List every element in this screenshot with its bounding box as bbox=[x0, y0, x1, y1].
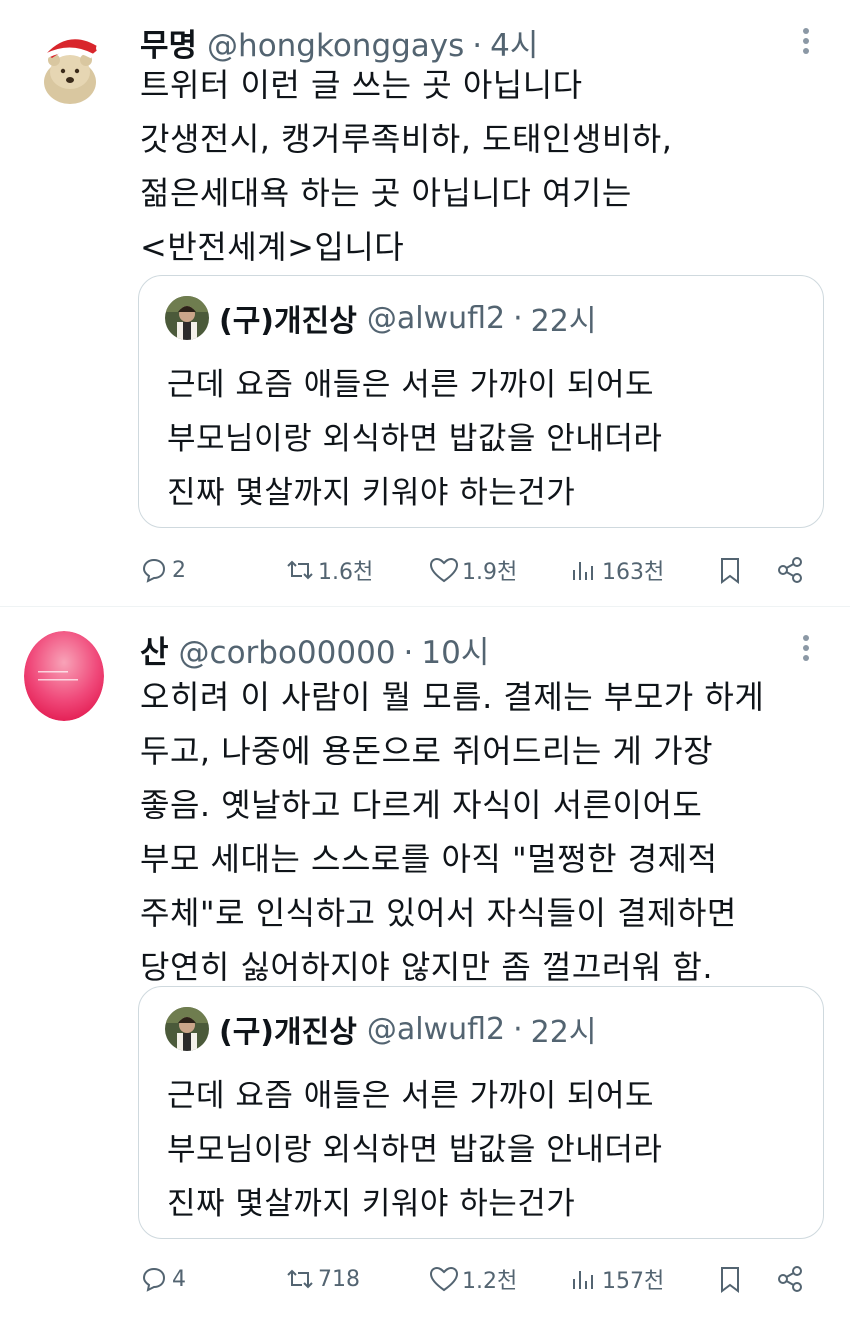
timestamp[interactable]: 10시 bbox=[421, 627, 489, 672]
more-options-icon[interactable] bbox=[796, 633, 816, 663]
tweet[interactable]: 무명 @hongkonggays · 4시 트위터 이런 글 쓰는 곳 아닙니다… bbox=[0, 0, 850, 605]
quoted-tweet[interactable]: (구)개진상 @alwufl2 · 22시 근데 요즘 애들은 서른 가까이 되… bbox=[138, 275, 824, 528]
separator-dot: · bbox=[403, 635, 414, 671]
quoted-author-name: (구)개진상 bbox=[219, 304, 357, 339]
retweet-icon bbox=[287, 560, 313, 580]
tweet-actions: 4 718 1.2천 157천 bbox=[138, 1259, 818, 1299]
quoted-tweet-text: 근데 요즘 애들은 서른 가까이 되어도 부모님이랑 외식하면 밥값을 안내더라… bbox=[167, 1069, 662, 1231]
views-button[interactable]: 163천 bbox=[568, 550, 664, 590]
quoted-text-line: 진짜 몇살까지 키워야 하는건가 bbox=[167, 1186, 576, 1222]
pink-gradient-avatar-icon bbox=[24, 631, 104, 721]
bookmark-button[interactable] bbox=[714, 1259, 746, 1299]
quoted-timestamp: 22시 bbox=[530, 1015, 597, 1050]
reply-count: 2 bbox=[172, 557, 186, 583]
like-button[interactable]: 1.9천 bbox=[428, 550, 517, 590]
tweet[interactable]: 산 @corbo00000 · 10시 오히려 이 사람이 뭘 모름. 결제는 … bbox=[0, 607, 850, 1326]
quoted-avatar bbox=[165, 296, 209, 340]
tweet-text-line: 주체"로 인식하고 있어서 자식들이 결제하면 bbox=[140, 894, 737, 932]
quoted-tweet-text: 근데 요즘 애들은 서른 가까이 되어도 부모님이랑 외식하면 밥값을 안내더라… bbox=[167, 358, 662, 520]
person-photo-icon bbox=[165, 1007, 209, 1051]
reply-icon bbox=[142, 1267, 166, 1292]
tweet-text: 오히려 이 사람이 뭘 모름. 결제는 부모가 하게 두고, 나중에 용돈으로 … bbox=[140, 670, 830, 994]
view-count: 163천 bbox=[602, 560, 665, 585]
tweet-text-line: 좋음. 옛날하고 다르게 자식이 서른이어도 bbox=[140, 786, 703, 824]
reply-icon bbox=[142, 558, 166, 583]
views-chart-icon bbox=[573, 562, 593, 580]
view-count: 157천 bbox=[602, 1269, 665, 1294]
quoted-avatar bbox=[165, 1007, 209, 1051]
quoted-text-line: 근데 요즘 애들은 서른 가까이 되어도 bbox=[167, 1078, 655, 1114]
retweet-icon bbox=[287, 1269, 313, 1289]
avatar[interactable] bbox=[24, 631, 104, 721]
share-icon bbox=[778, 557, 802, 583]
tweet-text-line: 두고, 나중에 용돈으로 쥐어드리는 게 가장 bbox=[140, 732, 714, 770]
reply-button[interactable]: 2 bbox=[138, 550, 186, 590]
tweet-text: 트위터 이런 글 쓰는 곳 아닙니다 갓생전시, 캥거루족비하, 도태인생비하,… bbox=[140, 58, 830, 274]
tweet-text-line: <반전세계>입니다 bbox=[140, 228, 405, 266]
views-button[interactable]: 157천 bbox=[568, 1259, 664, 1299]
tweet-text-line: 젊은세대욕 하는 곳 아닙니다 여기는 bbox=[140, 174, 632, 212]
tweet-actions: 2 1.6천 1.9천 163천 bbox=[138, 550, 818, 590]
separator-dot: · bbox=[513, 1011, 523, 1047]
like-count: 1.9천 bbox=[462, 560, 518, 585]
quoted-tweet-header: (구)개진상 @alwufl2 · 22시 bbox=[165, 1007, 596, 1051]
tweet-text-line: 오히려 이 사람이 뭘 모름. 결제는 부모가 하게 bbox=[140, 678, 765, 716]
tweet-text-line: 갓생전시, 캥거루족비하, 도태인생비하, bbox=[140, 120, 673, 158]
heart-icon bbox=[429, 557, 459, 583]
retweet-count: 1.6천 bbox=[318, 560, 374, 585]
reply-count: 4 bbox=[172, 1266, 186, 1292]
bookmark-icon bbox=[721, 558, 739, 584]
tweet-text-line: 트위터 이런 글 쓰는 곳 아닙니다 bbox=[140, 66, 583, 104]
author-handle[interactable]: @corbo00000 bbox=[179, 635, 396, 671]
retweet-button[interactable]: 1.6천 bbox=[284, 550, 373, 590]
separator-dot: · bbox=[513, 300, 523, 336]
share-icon bbox=[778, 1266, 802, 1292]
quoted-text-line: 부모님이랑 외식하면 밥값을 안내더라 bbox=[167, 421, 663, 457]
quoted-author-name: (구)개진상 bbox=[219, 1015, 357, 1050]
bookmark-button[interactable] bbox=[714, 550, 746, 590]
heart-icon bbox=[429, 1266, 459, 1292]
quoted-text-line: 진짜 몇살까지 키워야 하는건가 bbox=[167, 475, 576, 511]
like-button[interactable]: 1.2천 bbox=[428, 1259, 517, 1299]
like-count: 1.2천 bbox=[462, 1269, 518, 1294]
retweet-button[interactable]: 718 bbox=[284, 1259, 360, 1299]
more-options-icon[interactable] bbox=[796, 26, 816, 56]
person-photo-icon bbox=[165, 296, 209, 340]
author-name[interactable]: 산 bbox=[140, 627, 169, 672]
quoted-tweet[interactable]: (구)개진상 @alwufl2 · 22시 근데 요즘 애들은 서른 가까이 되… bbox=[138, 986, 824, 1239]
quoted-text-line: 부모님이랑 외식하면 밥값을 안내더라 bbox=[167, 1132, 663, 1168]
tweet-text-line: 부모 세대는 스스로를 아직 "멀쩡한 경제적 bbox=[140, 840, 718, 878]
share-button[interactable] bbox=[774, 550, 806, 590]
retweet-count: 718 bbox=[318, 1266, 360, 1292]
quoted-text-line: 근데 요즘 애들은 서른 가까이 되어도 bbox=[167, 367, 655, 403]
reply-button[interactable]: 4 bbox=[138, 1259, 186, 1299]
polar-bear-avatar-icon bbox=[44, 39, 106, 104]
avatar[interactable] bbox=[30, 30, 110, 110]
quoted-author-handle: @alwufl2 bbox=[366, 1011, 506, 1047]
share-button[interactable] bbox=[774, 1259, 806, 1299]
bookmark-icon bbox=[721, 1267, 739, 1293]
tweet-header: 산 @corbo00000 · 10시 bbox=[140, 627, 489, 672]
quoted-timestamp: 22시 bbox=[530, 304, 597, 339]
quoted-author-handle: @alwufl2 bbox=[366, 300, 506, 336]
quoted-tweet-header: (구)개진상 @alwufl2 · 22시 bbox=[165, 296, 596, 340]
views-chart-icon bbox=[573, 1271, 593, 1289]
